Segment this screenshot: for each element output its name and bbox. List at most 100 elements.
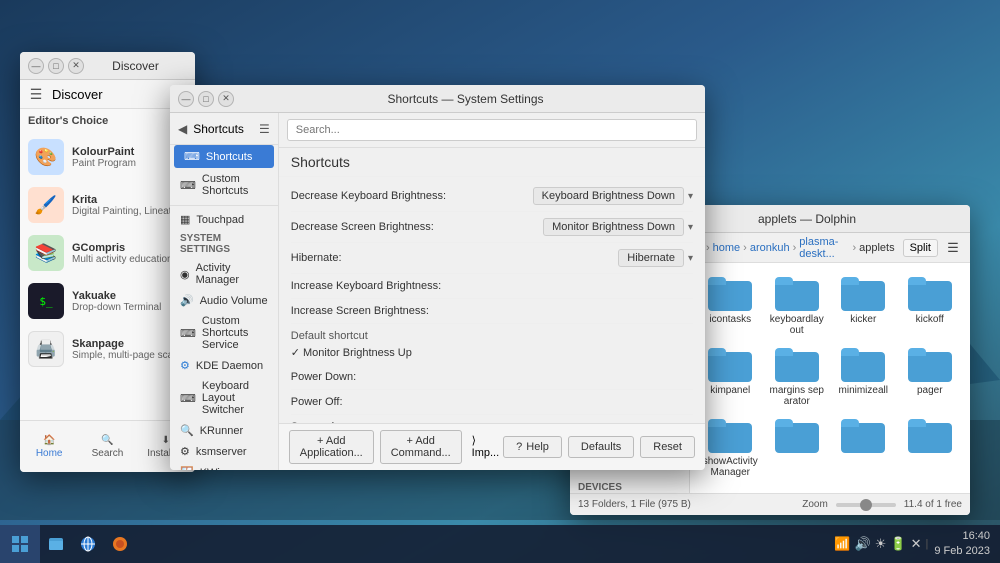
app-item-yakuake[interactable]: $_ Yakuake Drop-down Terminal — [20, 277, 195, 325]
file-folder5[interactable] — [831, 413, 896, 482]
add-command-button[interactable]: + Add Command... — [380, 430, 462, 464]
discover-title: Discover — [84, 59, 187, 73]
file-folder6[interactable] — [898, 413, 963, 482]
breadcrumb-home[interactable]: home — [713, 242, 741, 254]
hamburger-icon[interactable]: ☰ — [28, 86, 44, 102]
help-label: Help — [526, 441, 549, 453]
help-button[interactable]: ? Help — [503, 436, 562, 458]
settings-item-kwin[interactable]: 🪟 KWin — [170, 462, 278, 470]
settings-footer: + Add Application... + Add Command... ⟩ … — [279, 423, 705, 470]
file-folder4[interactable] — [765, 413, 830, 482]
discover-window: — □ ✕ Discover ☰ Discover Editor's Choic… — [20, 52, 195, 472]
settings-item-keyboard-layout[interactable]: ⌨ Keyboard Layout Switcher — [170, 376, 278, 420]
file-pager[interactable]: pager — [898, 342, 963, 411]
taskbar-icon-firefox[interactable] — [104, 525, 136, 563]
kde-daemon-label: KDE Daemon — [196, 360, 263, 372]
discover-nav-title: Discover — [52, 87, 103, 102]
breadcrumb-user[interactable]: aronkuh — [750, 242, 790, 254]
sidebar-header: ◀ Shortcuts ☰ — [170, 113, 278, 145]
split-button[interactable]: Split — [903, 239, 938, 257]
breadcrumb-applets[interactable]: applets — [859, 242, 894, 254]
search-input[interactable] — [287, 119, 697, 141]
settings-item-custom-service[interactable]: ⌨ Custom Shortcuts Service — [170, 311, 278, 355]
close-button-settings[interactable]: ✕ — [218, 91, 234, 107]
shortcut-key-hibernate[interactable]: Hibernate ▾ — [618, 249, 693, 267]
file-keyboardlayout-name: keyboardlayout — [769, 314, 826, 336]
defaults-button[interactable]: Defaults — [568, 436, 634, 458]
nav-search[interactable]: 🔍 Search — [78, 421, 136, 472]
file-margins-name: margins separator — [769, 385, 826, 407]
tray-icon-audio[interactable]: 🔊 — [855, 536, 871, 552]
folder-minimizeall-icon — [841, 346, 885, 382]
dolphin-files-grid: icontasks keyboardlayout kicker kickoff … — [690, 263, 970, 493]
file-icontasks[interactable]: icontasks — [698, 271, 763, 340]
settings-main: Shortcuts Decrease Keyboard Brightness: … — [279, 113, 705, 470]
taskbar-icon-browser[interactable] — [72, 525, 104, 563]
gcompris-icon: 📚 — [28, 235, 64, 271]
file-keyboardlayout[interactable]: keyboardlayout — [765, 271, 830, 340]
minimize-button-settings[interactable]: — — [178, 91, 194, 107]
settings-item-audio[interactable]: 🔊 Audio Volume — [170, 290, 278, 311]
tray-separator: | — [925, 538, 928, 550]
file-margins-separator[interactable]: margins separator — [765, 342, 830, 411]
shortcuts-label: Shortcuts — [206, 151, 252, 163]
sidebar-shortcuts-label: Shortcuts — [193, 122, 244, 136]
keyboard-layout-icon: ⌨ — [180, 392, 196, 405]
zoom-slider[interactable] — [836, 503, 896, 507]
browser-taskbar-icon — [78, 534, 98, 554]
toolbar-menu-btn[interactable]: ☰ — [942, 237, 964, 259]
shortcut-row-hibernate: Hibernate: Hibernate ▾ — [291, 243, 693, 274]
nav-home[interactable]: 🏠 Home — [20, 421, 78, 472]
start-menu-button[interactable] — [0, 525, 40, 563]
file-kicker[interactable]: kicker — [831, 271, 896, 340]
file-kickoff[interactable]: kickoff — [898, 271, 963, 340]
back-icon[interactable]: ◀ — [178, 122, 187, 136]
add-app-label: + Add Application... — [300, 435, 363, 459]
tray-icon-network[interactable]: 📶 — [834, 536, 850, 552]
app-item-kolourpaint[interactable]: 🎨 KolourPaint Paint Program — [20, 133, 195, 181]
settings-item-touchpad[interactable]: ▦ Touchpad — [170, 209, 278, 230]
file-kimpanel[interactable]: kimpanel — [698, 342, 763, 411]
settings-item-ksmserver[interactable]: ⚙ ksmserver — [170, 441, 278, 462]
shortcuts-icon: ⌨ — [184, 150, 200, 163]
sidebar-item-shortcuts[interactable]: ⌨ Shortcuts — [174, 145, 274, 168]
file-count: 13 Folders, 1 File (975 B) — [578, 499, 691, 510]
tray-icon-brightness[interactable]: ☀ — [875, 536, 887, 552]
close-button-discover[interactable]: ✕ — [68, 58, 84, 74]
minimize-button-discover[interactable]: — — [28, 58, 44, 74]
add-application-button[interactable]: + Add Application... — [289, 430, 374, 464]
maximize-button-discover[interactable]: □ — [48, 58, 64, 74]
file-kimpanel-name: kimpanel — [710, 385, 750, 396]
breadcrumb-plasma[interactable]: plasma-deskt... — [799, 236, 849, 260]
settings-item-activity[interactable]: ◉ Activity Manager — [170, 258, 278, 290]
app-item-gcompris[interactable]: 📚 GCompris Multi activity education... — [20, 229, 195, 277]
keyboard-layout-label: Keyboard Layout Switcher — [202, 380, 268, 416]
footer-right-buttons: ? Help Defaults Reset — [503, 436, 695, 458]
shortcut-key-dec-kb[interactable]: Keyboard Brightness Down ▾ — [533, 187, 693, 205]
zoom-thumb[interactable] — [860, 499, 872, 511]
tray-icon-x[interactable]: ✕ — [911, 536, 922, 552]
taskbar-clock[interactable]: 16:40 9 Feb 2023 — [934, 529, 990, 560]
tray-icon-battery[interactable]: 🔋 — [890, 536, 906, 552]
settings-item-krunner[interactable]: 🔍 KRunner — [170, 420, 278, 441]
taskbar-tray: 📶 🔊 ☀ 🔋 ✕ | — [834, 536, 928, 552]
maximize-button-settings[interactable]: □ — [198, 91, 214, 107]
file-showactivity[interactable]: showActivityManager — [698, 413, 763, 482]
sidebar-item-custom-shortcuts[interactable]: ⌨ Custom Shortcuts — [170, 168, 278, 202]
sidebar-menu-icon[interactable]: ☰ — [259, 122, 270, 136]
custom-shortcuts-icon: ⌨ — [180, 179, 196, 192]
folder-kicker-icon — [841, 275, 885, 311]
app-item-krita[interactable]: 🖌️ Krita Digital Painting, Lineat... — [20, 181, 195, 229]
shortcut-label-dec-screen: Decrease Screen Brightness: — [291, 221, 543, 233]
settings-window-title: Shortcuts — System Settings — [234, 92, 697, 106]
krunner-icon: 🔍 — [180, 424, 194, 437]
activity-label: Activity Manager — [196, 262, 268, 286]
file-minimizeall[interactable]: minimizeall — [831, 342, 896, 411]
folder6-icon — [908, 417, 952, 453]
settings-item-kde-daemon[interactable]: ⚙ KDE Daemon — [170, 355, 278, 376]
app-item-skanpage[interactable]: 🖨️ Skanpage Simple, multi-page scan... — [20, 325, 195, 373]
reset-button[interactable]: Reset — [640, 436, 695, 458]
taskbar-icon-files[interactable] — [40, 525, 72, 563]
zoom-label: Zoom — [802, 499, 828, 510]
shortcut-key-dec-screen[interactable]: Monitor Brightness Down ▾ — [543, 218, 693, 236]
